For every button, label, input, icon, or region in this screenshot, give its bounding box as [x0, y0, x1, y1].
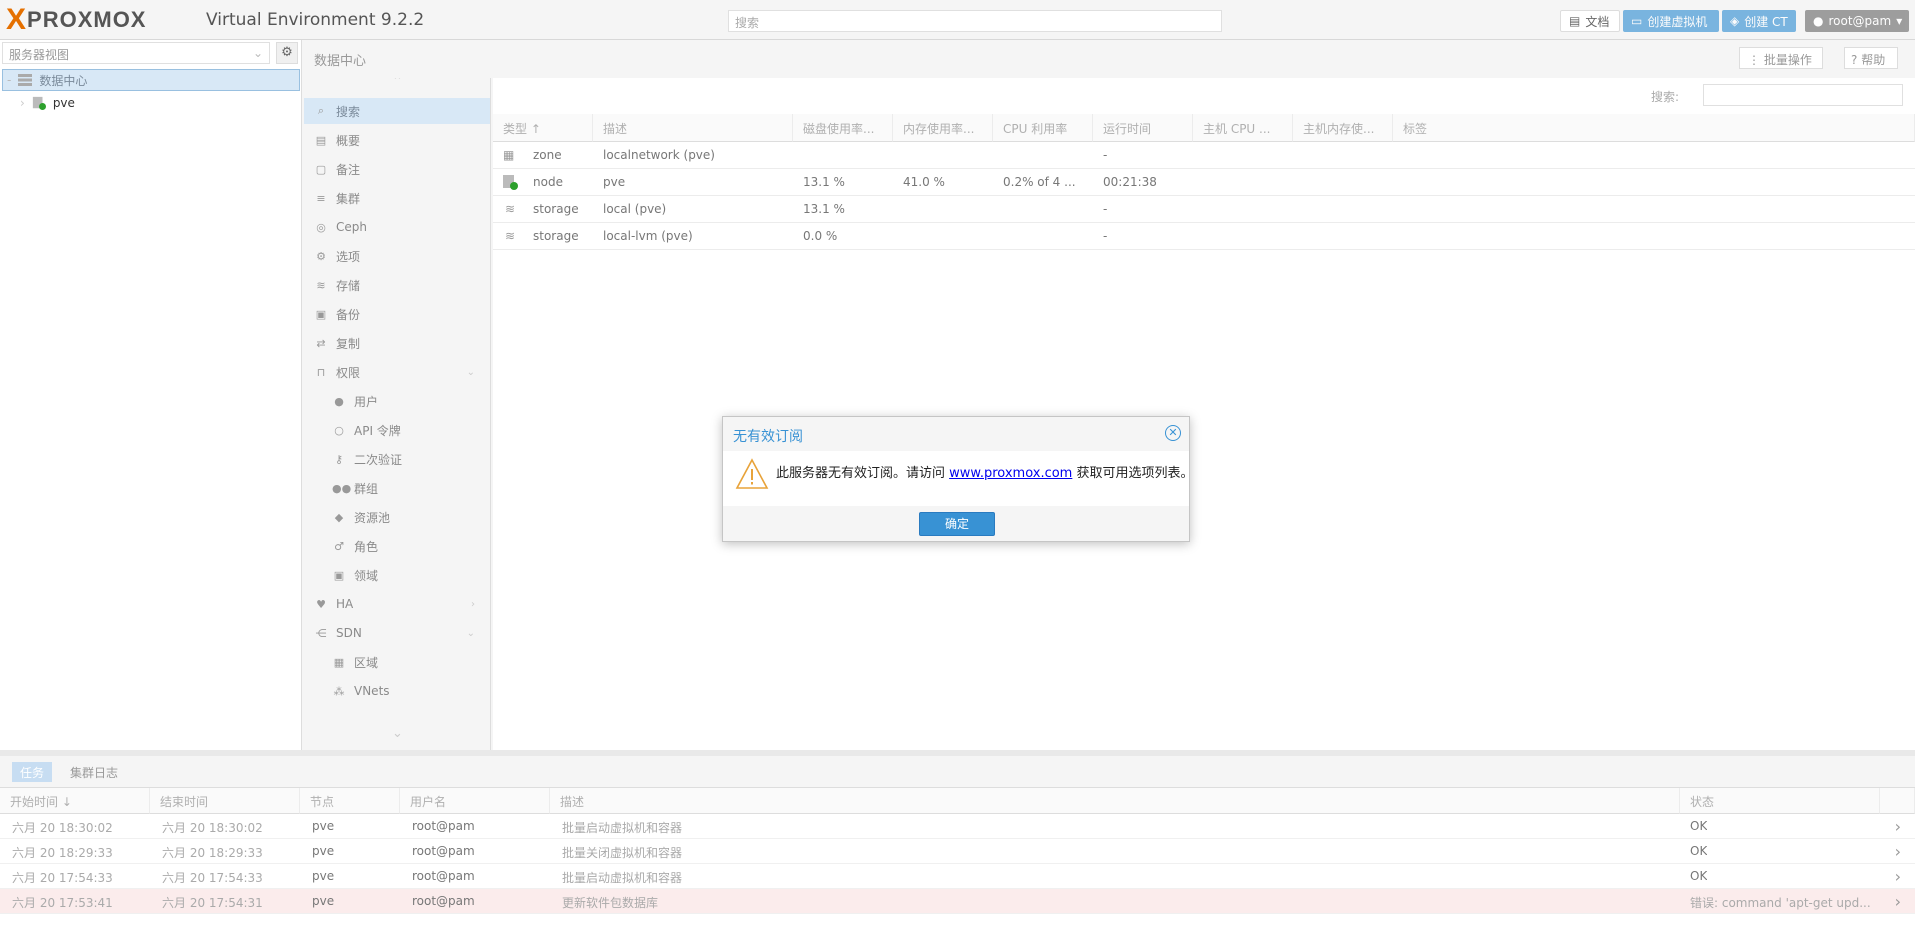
proxmox-link[interactable]: www.proxmox.com: [949, 466, 1072, 481]
close-icon[interactable]: ✕: [1165, 425, 1181, 441]
dialog-message-text: 此服务器无有效订阅。请访问: [776, 466, 950, 481]
dialog-title: 无有效订阅: [733, 429, 803, 445]
no-subscription-dialog: 无有效订阅 ✕ 此服务器无有效订阅。请访问 www.proxmox.com 获取…: [722, 416, 1193, 542]
warning-icon: [735, 458, 769, 489]
dialog-body: 此服务器无有效订阅。请访问 www.proxmox.com 获取可用选项列表。: [723, 451, 1193, 506]
ok-button[interactable]: 确定: [919, 512, 995, 536]
dialog-message: 此服务器无有效订阅。请访问 www.proxmox.com 获取可用选项列表。: [776, 462, 1193, 481]
dialog-message-text: 获取可用选项列表。: [1072, 466, 1194, 481]
